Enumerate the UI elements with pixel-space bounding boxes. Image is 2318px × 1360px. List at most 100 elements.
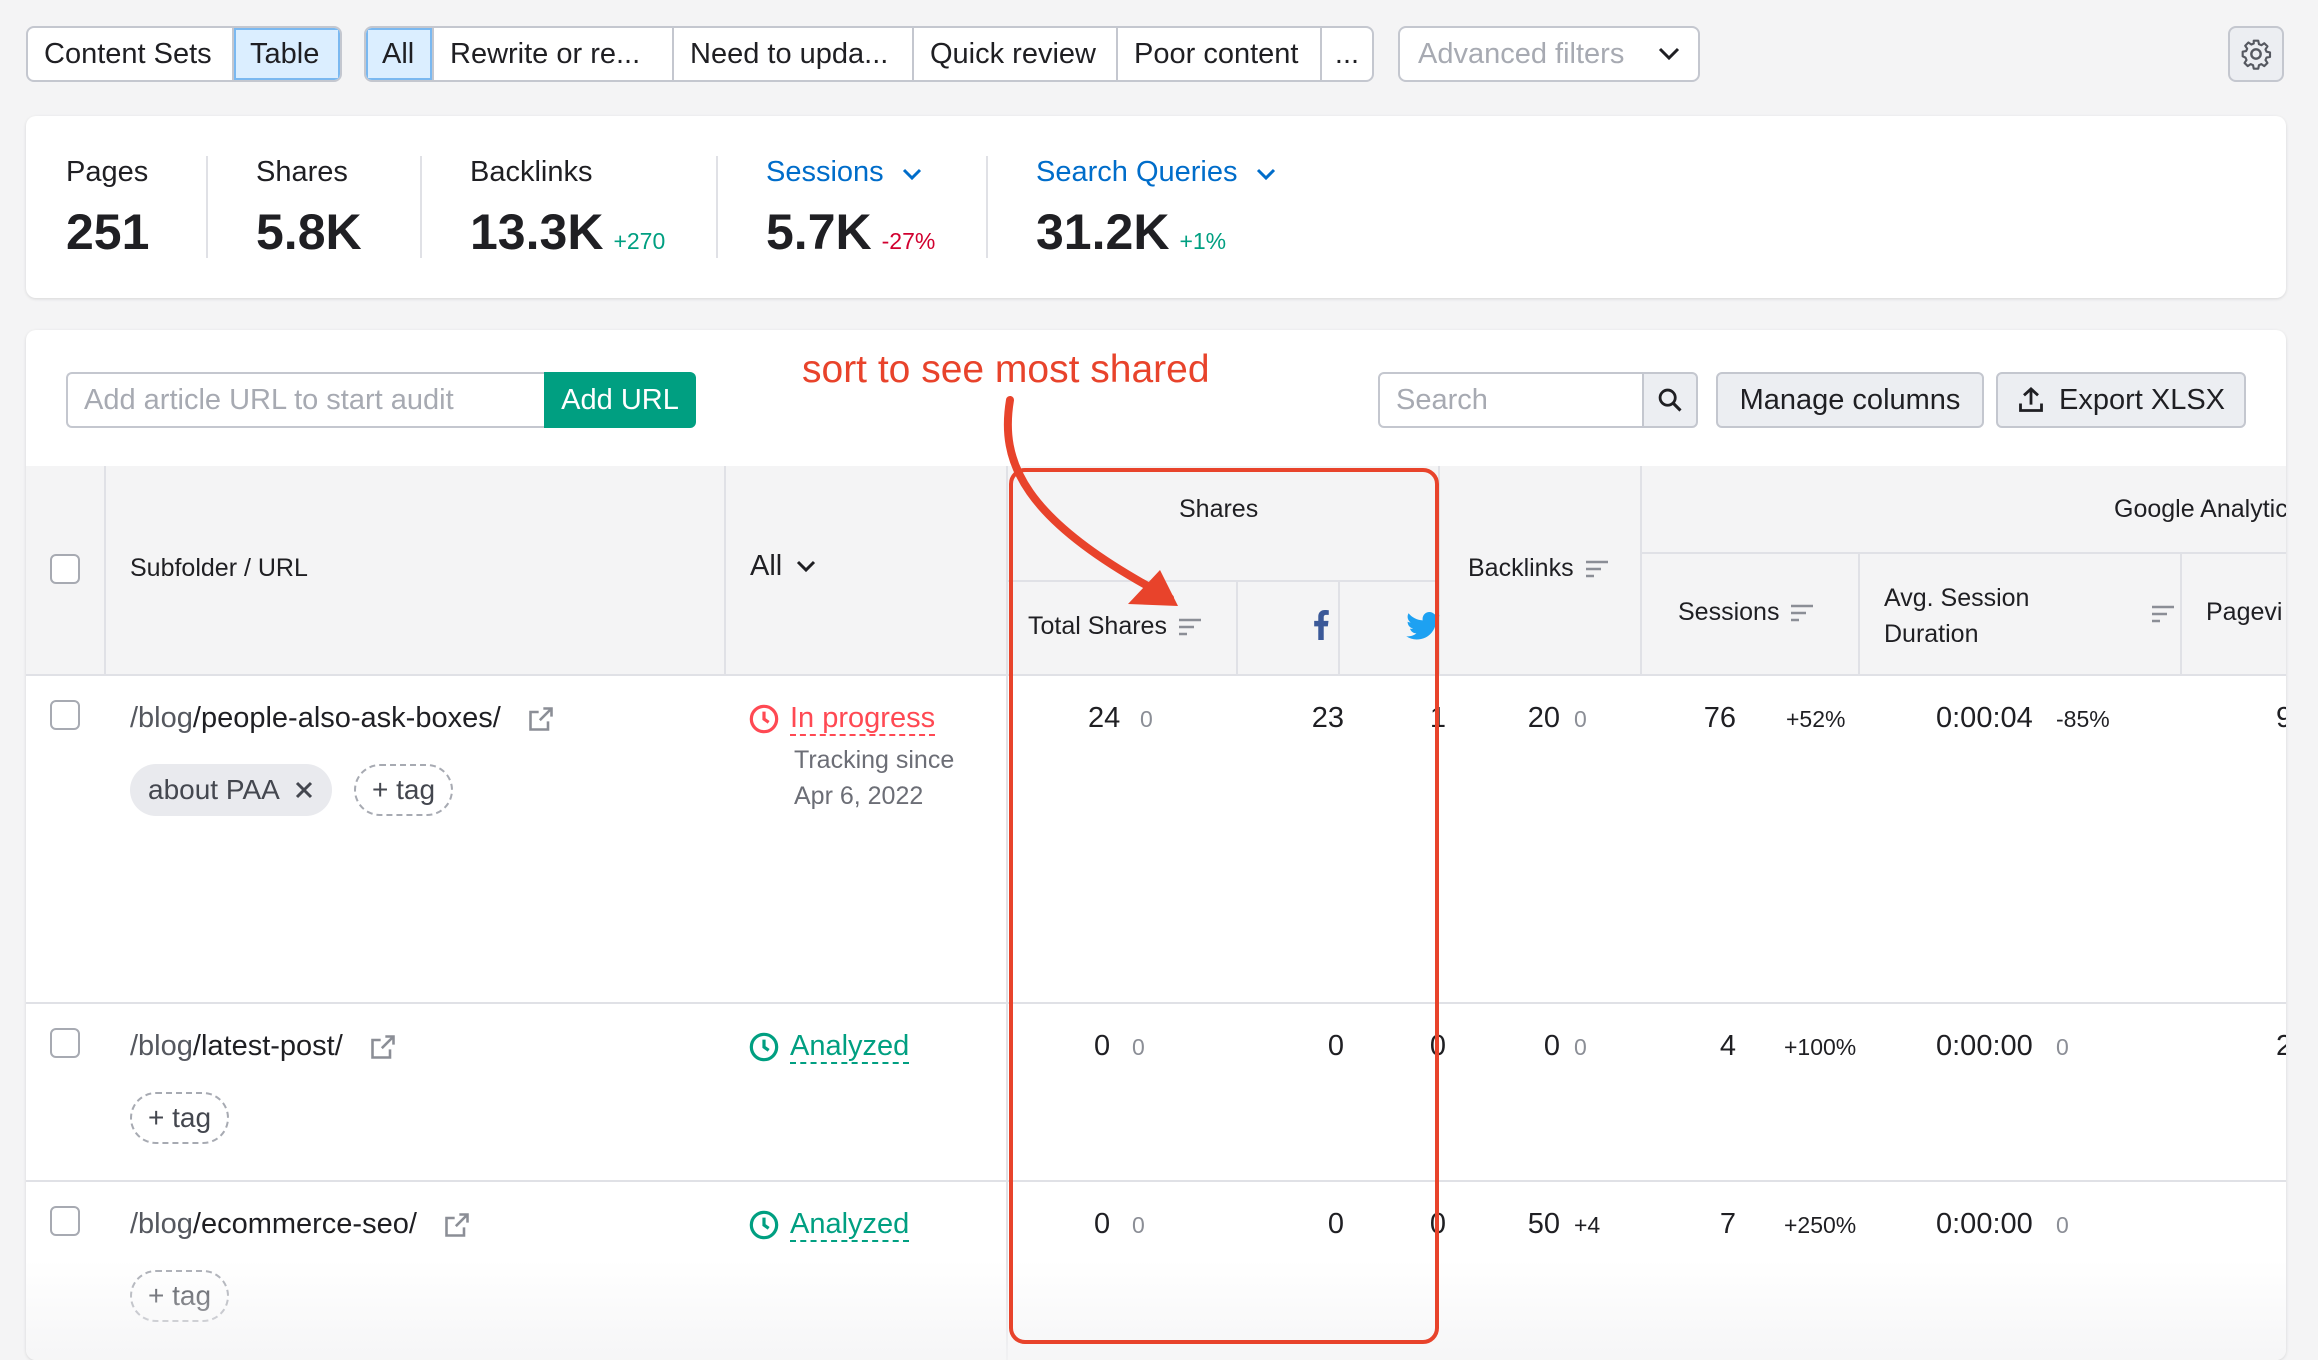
clock-icon (749, 704, 779, 734)
avg-session-delta: -85% (2056, 706, 2110, 732)
tag-label: about PAA (148, 774, 280, 805)
facebook-shares-value: 0 (1327, 1030, 1344, 1062)
total-shares-value: 0 (1094, 1208, 1111, 1240)
column-header-pageviews[interactable]: Pagevi (2206, 598, 2282, 627)
facebook-shares-value: 23 (1311, 702, 1344, 734)
backlinks-value: 0 (1543, 1030, 1560, 1062)
search-button[interactable] (1642, 372, 1698, 428)
metric-shares: Shares 5.8K (256, 156, 362, 261)
sort-icon (1178, 618, 1201, 635)
pageviews-value: 22 (2276, 1030, 2286, 1062)
row-divider (26, 1002, 2286, 1004)
status-analyzed[interactable]: Analyzed (748, 1030, 910, 1064)
chevron-down-icon (1658, 47, 1680, 61)
add-tag-button[interactable]: + tag (130, 1092, 230, 1144)
filter-tab-poor-content[interactable]: Poor content (1118, 28, 1322, 80)
advanced-filters-label: Advanced filters (1418, 37, 1625, 70)
column-header-url[interactable]: Subfolder / URL (130, 554, 308, 583)
status-label: Analyzed (790, 1030, 910, 1064)
filter-tab-more[interactable]: ... (1322, 28, 1372, 80)
close-icon[interactable] (294, 780, 314, 800)
metric-delta: +1% (1179, 228, 1227, 254)
status-label: Analyzed (790, 1208, 910, 1242)
total-shares-sort-header[interactable]: Total Shares (1028, 612, 1203, 641)
status-analyzed[interactable]: Analyzed (748, 1208, 910, 1242)
row-checkbox[interactable] (50, 1028, 80, 1058)
content-sets-tab[interactable]: Content Sets (28, 28, 234, 80)
external-link-icon[interactable] (443, 1211, 471, 1239)
column-header-sessions: Sessions (1678, 598, 1780, 626)
backlinks-sort-header[interactable]: Backlinks (1468, 554, 1610, 583)
facebook-icon (1314, 610, 1329, 640)
content-table-card: Add article URL to start audit Add URL S… (26, 330, 2286, 1360)
sessions-sort-header[interactable]: Sessions (1678, 598, 1815, 627)
url-link[interactable]: /blog/ecommerce-seo/ (130, 1208, 471, 1241)
sessions-delta: +52% (1786, 706, 1846, 732)
filter-tab-all[interactable]: All (366, 28, 434, 80)
add-url-button[interactable]: Add URL (544, 372, 696, 428)
add-tag-button[interactable]: + tag (354, 764, 454, 816)
search-input[interactable]: Search (1378, 372, 1644, 428)
external-link-icon[interactable] (527, 705, 555, 733)
metric-label: Pages (66, 156, 149, 188)
url-folder: /blog (130, 1030, 193, 1062)
filter-tab-rewrite[interactable]: Rewrite or re... (434, 28, 674, 80)
url-link[interactable]: /blog/latest-post/ (130, 1030, 397, 1063)
group-divider (1006, 580, 1438, 582)
table-tab[interactable]: Table (234, 28, 340, 80)
article-url-input[interactable]: Add article URL to start audit (66, 372, 566, 428)
settings-button[interactable] (2228, 26, 2284, 82)
twitter-column-header[interactable] (1406, 612, 1440, 645)
view-switcher: Content Sets Table (26, 26, 342, 82)
select-all-checkbox[interactable] (50, 554, 80, 584)
search-queries-metric-dropdown[interactable]: Search Queries (1036, 156, 1276, 189)
avg-session-delta: 0 (2056, 1034, 2069, 1060)
row-checkbox[interactable] (50, 700, 80, 730)
row-checkbox[interactable] (50, 1206, 80, 1236)
divider (420, 156, 422, 258)
status-filter-dropdown[interactable]: All (750, 550, 816, 583)
metric-value: 13.3K (470, 204, 604, 260)
backlinks-value: 50 (1527, 1208, 1560, 1240)
url-slug: /people-also-ask-boxes/ (192, 702, 501, 734)
url-slug: /latest-post/ (192, 1030, 343, 1062)
gear-icon (2241, 39, 2272, 70)
sessions-metric-dropdown[interactable]: Sessions (766, 156, 935, 189)
metric-search-queries: Search Queries 31.2K +1% (1036, 156, 1276, 261)
total-shares-value: 0 (1094, 1030, 1111, 1062)
sort-icon (1585, 560, 1608, 577)
export-xlsx-button[interactable]: Export XLSX (1996, 372, 2246, 428)
col-divider (104, 466, 106, 676)
backlinks-delta: 0 (1574, 706, 1587, 732)
scroll-fade (26, 1260, 2286, 1360)
status-label: In progress (790, 702, 936, 736)
avg-session-value: 0:00:00 (1936, 1208, 2033, 1240)
url-folder: /blog (130, 702, 193, 734)
metric-label: Search Queries (1036, 156, 1238, 188)
metric-delta: +270 (613, 228, 666, 254)
clock-icon (749, 1032, 779, 1062)
sessions-value: 4 (1719, 1030, 1736, 1062)
manage-columns-button[interactable]: Manage columns (1716, 372, 1984, 428)
shares-group-header: Shares (1179, 495, 1259, 523)
avg-session-value: 0:00:00 (1936, 1030, 2033, 1062)
sort-icon[interactable] (2150, 604, 2176, 624)
filter-tab-need-update[interactable]: Need to upda... (674, 28, 914, 80)
filter-tab-quick-review[interactable]: Quick review (914, 28, 1118, 80)
status-in-progress[interactable]: In progress (748, 702, 936, 736)
header-divider (26, 674, 2286, 676)
metric-label: Sessions (766, 156, 884, 188)
chevron-down-icon (1256, 168, 1275, 181)
advanced-filters-dropdown[interactable]: Advanced filters (1398, 26, 1700, 82)
metric-pages: Pages 251 (66, 156, 149, 261)
column-header-avg-session[interactable]: Avg. Session Duration (1884, 580, 2029, 652)
metric-delta: -27% (881, 228, 936, 254)
col-divider (2180, 552, 2182, 676)
add-tag-button[interactable]: + tag (130, 1270, 230, 1322)
metric-backlinks: Backlinks 13.3K +270 (470, 156, 665, 261)
row-divider (26, 1180, 2286, 1182)
external-link-icon[interactable] (369, 1033, 397, 1061)
url-link[interactable]: /blog/people-also-ask-boxes/ (130, 702, 555, 735)
sessions-value: 7 (1719, 1208, 1736, 1240)
facebook-column-header[interactable] (1310, 610, 1332, 645)
